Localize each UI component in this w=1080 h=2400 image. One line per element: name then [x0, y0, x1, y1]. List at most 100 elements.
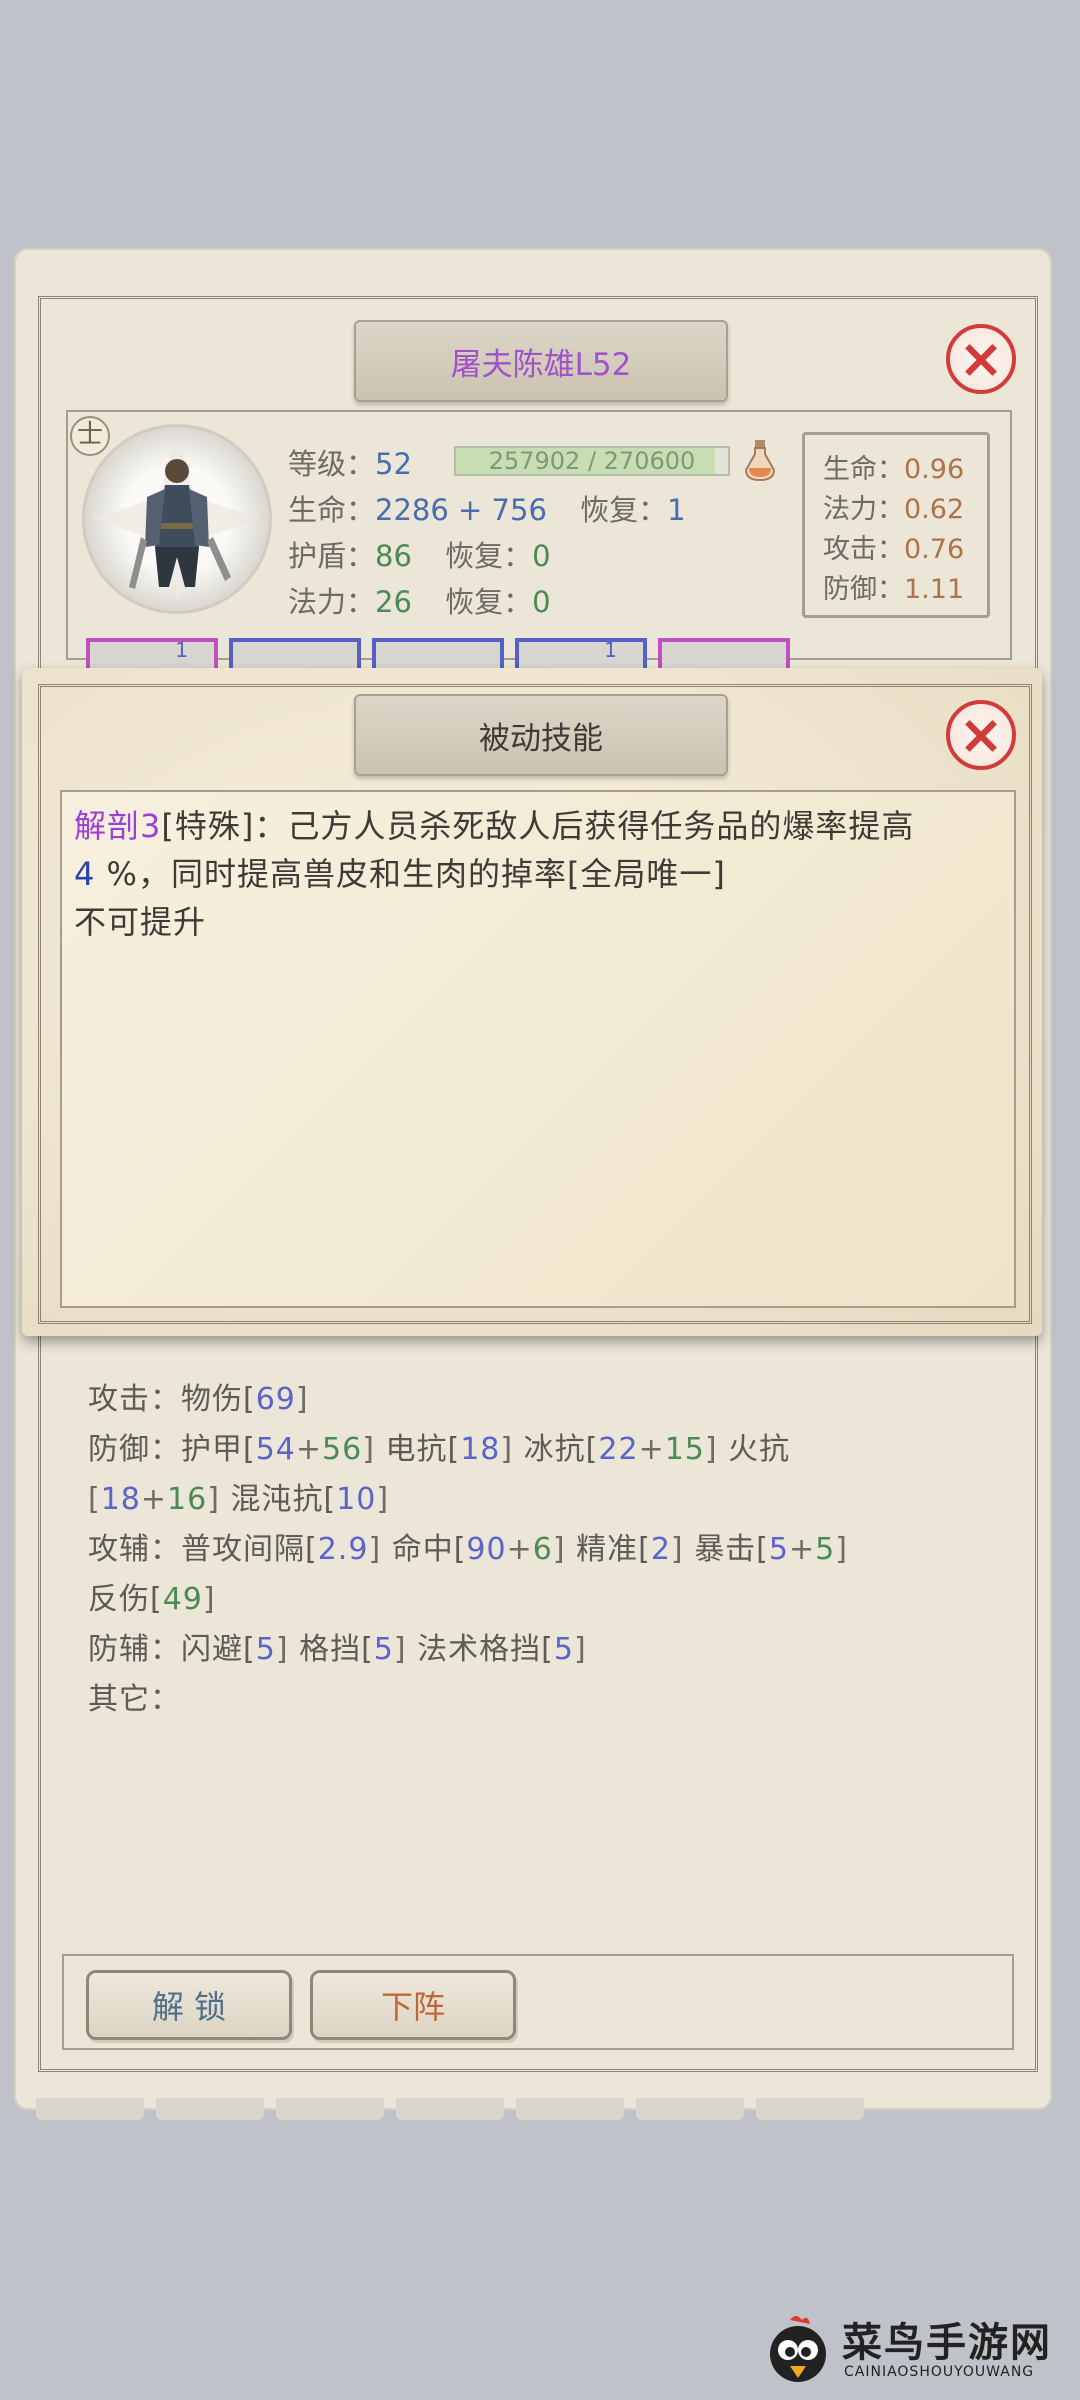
mp-value: 26	[375, 585, 412, 619]
bird-logo-icon	[770, 2316, 826, 2382]
close-icon: ×	[958, 703, 1004, 766]
mp-regen-value: 0	[532, 585, 551, 619]
crit-base: 5	[768, 1532, 789, 1567]
growth-row-attack: 攻击：0.76	[823, 527, 964, 566]
armor-label: 护甲[	[181, 1432, 256, 1467]
popup-title: 被动技能	[479, 720, 603, 757]
ice-resist-label: 冰抗[	[523, 1432, 599, 1467]
bottom-tab[interactable]	[36, 2098, 144, 2120]
support-label: 防辅：	[88, 1632, 181, 1667]
unlock-button[interactable]: 解 锁	[86, 1970, 292, 2040]
close-popup-button[interactable]: ×	[946, 700, 1016, 770]
reflect-label: 反伤[	[88, 1582, 163, 1617]
shield-value: 86	[375, 539, 412, 573]
growth-label: 攻击：	[823, 534, 904, 565]
retreat-button-label: 下阵	[380, 1988, 445, 2026]
other-detail-line: 其它：	[88, 1674, 181, 1718]
shield-regen-value: 0	[532, 539, 551, 573]
bottom-tab[interactable]	[516, 2098, 624, 2120]
growth-value: 0.96	[904, 454, 965, 485]
growth-row-defense: 防御：1.11	[823, 567, 964, 606]
skill-effect-value: 4	[74, 855, 96, 893]
popup-title-plaque: 被动技能	[354, 694, 728, 776]
unlock-button-label: 解 锁	[151, 1988, 227, 2026]
crit-label: 暴击[	[694, 1532, 769, 1567]
armor-bonus: 56	[322, 1432, 363, 1467]
gear-slot-count: 1	[604, 638, 617, 662]
level-value: 52	[375, 447, 412, 481]
skill-effect-text: 己方人员杀死敌人后获得任务品的爆率提高	[287, 807, 915, 845]
mp-label: 法力：	[288, 585, 376, 619]
mp-regen-label: 恢复：	[445, 585, 533, 619]
growth-value: 0.76	[904, 534, 965, 565]
gear-slot[interactable]: 1	[515, 638, 647, 668]
shield-line: 护盾：86 恢复：0	[288, 533, 551, 575]
watermark-title: 菜鸟手游网	[842, 2319, 1052, 2366]
close-hero-panel-button[interactable]: ×	[946, 324, 1016, 394]
growth-row-mp: 法力：0.62	[823, 487, 964, 526]
hp-value: 2286 + 756	[375, 493, 547, 527]
attack-interval-value: 2.9	[317, 1532, 369, 1567]
fire-resist-label: 火抗	[728, 1432, 791, 1467]
growth-label: 防御：	[823, 574, 904, 605]
level-label: 等级：	[288, 447, 376, 481]
growth-box: 生命：0.96 法力：0.62 攻击：0.76 防御：1.11	[802, 432, 990, 618]
growth-value: 0.62	[904, 494, 965, 525]
ice-resist-base: 22	[598, 1432, 639, 1467]
chaos-resist-label: 混沌抗[	[230, 1482, 337, 1517]
block-value: 5	[373, 1632, 394, 1667]
reflect-detail-line: 反伤[49]	[88, 1582, 216, 1617]
fire-resist-base: 18	[100, 1482, 141, 1517]
skill-tag: [特殊]：	[161, 807, 288, 845]
defense-label: 防御：	[88, 1432, 181, 1467]
hero-title: 屠夫陈雄L52	[450, 346, 632, 383]
rank-badge-text: 士	[76, 420, 103, 450]
skill-name: 解剖3	[74, 807, 162, 845]
bottom-tab[interactable]	[156, 2098, 264, 2120]
chaos-resist-value: 10	[336, 1482, 377, 1517]
precision-value: 2	[650, 1532, 671, 1567]
skill-description-line-1: 解剖3[特殊]：己方人员杀死敌人后获得任务品的爆率提高	[74, 801, 914, 847]
warrior-portrait-icon	[93, 435, 261, 603]
armor-base: 54	[255, 1432, 296, 1467]
defense-detail-line: 防御：护甲[54+56] 电抗[18] 冰抗[22+15] 火抗	[88, 1432, 791, 1467]
block-label: 格挡[	[299, 1632, 374, 1667]
hero-avatar[interactable]	[82, 424, 272, 614]
exp-text: 257902 / 270600	[488, 447, 696, 475]
elec-resist-label: 电抗[	[385, 1432, 461, 1467]
exp-potion-icon[interactable]	[744, 438, 776, 482]
rank-badge-icon: 士	[70, 416, 110, 456]
bottom-tab[interactable]	[276, 2098, 384, 2120]
precision-label: 精准[	[576, 1532, 651, 1567]
gear-slot[interactable]	[372, 638, 504, 668]
support-detail-line: 防辅：闪避[5] 格挡[5] 法术格挡[5]	[88, 1632, 587, 1667]
retreat-button[interactable]: 下阵	[310, 1970, 516, 2040]
gear-slot[interactable]: 1	[86, 638, 218, 668]
spell-block-value: 5	[553, 1632, 574, 1667]
elec-resist-value: 18	[460, 1432, 501, 1467]
growth-value: 1.11	[904, 574, 965, 605]
dodge-value: 5	[255, 1632, 276, 1667]
close-icon: ×	[958, 327, 1004, 390]
attack-detail-line: 攻击：物伤[69]	[88, 1382, 309, 1417]
reflect-value: 49	[162, 1582, 203, 1617]
crit-bonus: 5	[815, 1532, 836, 1567]
attack-type: 物伤[	[181, 1382, 256, 1417]
attack-label: 攻击：	[88, 1382, 181, 1417]
gear-slot[interactable]	[658, 638, 790, 668]
dodge-label: 闪避[	[181, 1632, 256, 1667]
hp-label: 生命：	[288, 493, 376, 527]
gear-slot[interactable]	[229, 638, 361, 668]
offense-detail-line: 攻辅：普攻间隔[2.9] 命中[90+6] 精准[2] 暴击[5+5]	[88, 1532, 848, 1567]
exp-bar: 257902 / 270600	[454, 446, 730, 476]
bottom-tab[interactable]	[396, 2098, 504, 2120]
shield-label: 护盾：	[288, 539, 376, 573]
gear-slot-count: 1	[175, 638, 188, 662]
bottom-tab[interactable]	[756, 2098, 864, 2120]
hero-title-plaque: 屠夫陈雄L52	[354, 320, 728, 402]
ice-resist-bonus: 15	[664, 1432, 705, 1467]
attack-value: 69	[255, 1382, 296, 1417]
skill-effect-text-2: %，同时提高兽皮和生肉的掉率[全局唯一]	[106, 855, 726, 893]
growth-label: 法力：	[823, 494, 904, 525]
bottom-tab[interactable]	[636, 2098, 744, 2120]
